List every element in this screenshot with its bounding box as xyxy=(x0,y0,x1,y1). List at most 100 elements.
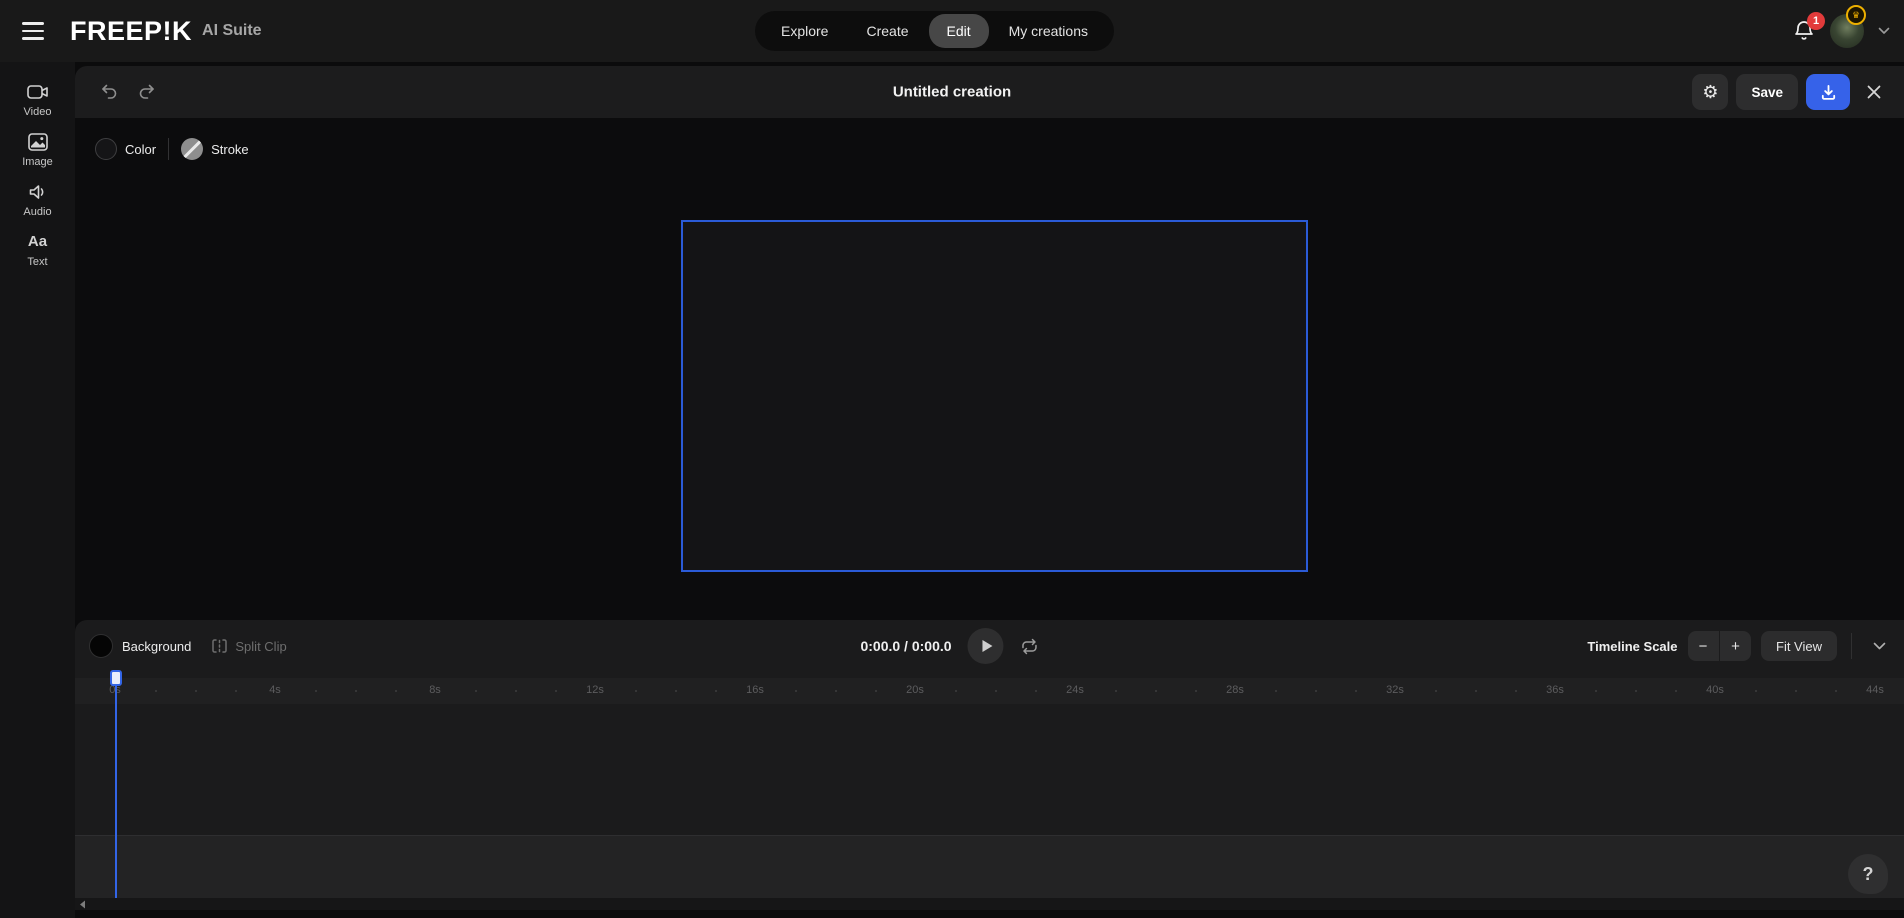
timeline-scrollbar[interactable] xyxy=(75,898,1904,910)
premium-crown-icon: ♛ xyxy=(1846,5,1866,25)
ruler-tick-dot xyxy=(555,690,557,692)
redo-button[interactable] xyxy=(137,82,157,102)
undo-icon xyxy=(99,82,119,102)
stroke-none-icon xyxy=(181,138,203,160)
split-clip-button[interactable]: Split Clip xyxy=(211,638,286,654)
ruler-tick-dot xyxy=(235,690,237,692)
zoom-in-button[interactable]: + xyxy=(1720,631,1751,661)
scroll-left-arrow-icon[interactable] xyxy=(79,900,86,909)
color-swatch xyxy=(95,138,117,160)
ai-suite-label: AI Suite xyxy=(202,22,262,40)
ruler-tick-dot xyxy=(715,690,717,692)
split-clip-icon xyxy=(211,638,228,654)
redo-icon xyxy=(137,82,157,102)
shape-properties-bar: Color Stroke xyxy=(95,138,249,160)
image-icon xyxy=(27,132,49,152)
save-button[interactable]: Save xyxy=(1736,74,1798,110)
sidebar-item-image[interactable]: Image xyxy=(0,132,75,168)
nav-explore[interactable]: Explore xyxy=(763,14,846,48)
background-color-swatch xyxy=(89,634,113,658)
nav-my-creations[interactable]: My creations xyxy=(991,14,1106,48)
main-nav: Explore Create Edit My creations xyxy=(755,11,1114,51)
sidebar-item-video[interactable]: Video xyxy=(0,82,75,118)
video-camera-icon xyxy=(26,82,50,102)
ruler-tick-label: 20s xyxy=(906,684,924,696)
loop-toggle[interactable] xyxy=(1020,638,1040,655)
asset-sidebar: Video Image Audio Aa Text xyxy=(0,62,75,918)
close-icon xyxy=(1866,84,1882,100)
timeline-zoom-controls: − + xyxy=(1688,631,1752,661)
editor-header-actions: ⚙ Save xyxy=(1692,74,1890,110)
undo-button[interactable] xyxy=(99,82,119,102)
ruler-tick-dot xyxy=(1475,690,1477,692)
ruler-tick-dot xyxy=(1755,690,1757,692)
settings-button[interactable]: ⚙ xyxy=(1692,74,1728,110)
divider xyxy=(1851,633,1852,659)
ruler-tick-label: 4s xyxy=(269,684,281,696)
nav-create[interactable]: Create xyxy=(848,14,926,48)
ruler-tick-label: 24s xyxy=(1066,684,1084,696)
ruler-tick-label: 32s xyxy=(1386,684,1404,696)
help-button[interactable]: ? xyxy=(1848,854,1888,894)
notifications-button[interactable]: 1 xyxy=(1792,19,1816,43)
ruler-tick-dot xyxy=(1515,690,1517,692)
ruler-tick-dot xyxy=(1635,690,1637,692)
ruler-tick-dot xyxy=(1195,690,1197,692)
ruler-tick-dot xyxy=(1035,690,1037,692)
selected-canvas-frame[interactable] xyxy=(681,220,1308,572)
ruler-tick-dot xyxy=(395,690,397,692)
gear-icon: ⚙ xyxy=(1702,82,1718,103)
fit-view-button[interactable]: Fit View xyxy=(1761,631,1837,661)
ruler-tick-dot xyxy=(475,690,477,692)
sidebar-item-label: Text xyxy=(27,256,47,268)
ruler-tick-dot xyxy=(1435,690,1437,692)
document-title[interactable]: Untitled creation xyxy=(893,84,1011,101)
topbar-right-group: 1 ♛ xyxy=(1792,0,1890,62)
account-chevron-down-icon[interactable] xyxy=(1878,27,1890,35)
stroke-control[interactable]: Stroke xyxy=(181,138,249,160)
ruler-tick-dot xyxy=(315,690,317,692)
ruler-tick-dot xyxy=(1595,690,1597,692)
canvas-area[interactable]: Color Stroke xyxy=(75,118,1904,620)
sidebar-item-label: Audio xyxy=(23,206,51,218)
split-clip-label: Split Clip xyxy=(235,639,286,654)
ruler-tick-dot xyxy=(515,690,517,692)
ruler-tick-dot xyxy=(1795,690,1797,692)
timeline-toolbar-left: Background Split Clip xyxy=(89,620,287,672)
stroke-label: Stroke xyxy=(211,142,249,157)
background-control[interactable]: Background xyxy=(89,634,191,658)
playhead-handle[interactable] xyxy=(110,670,122,686)
sidebar-item-audio[interactable]: Audio xyxy=(0,182,75,218)
background-label: Background xyxy=(122,639,191,654)
playback-controls: 0:00.0 / 0:00.0 xyxy=(860,620,1039,672)
ruler-tick-dot xyxy=(1115,690,1117,692)
timeline-toolbar: Background Split Clip 0:00.0 / 0:00.0 xyxy=(75,620,1904,672)
timeline-panel: Background Split Clip 0:00.0 / 0:00.0 xyxy=(75,620,1904,910)
sidebar-item-text[interactable]: Aa Text xyxy=(0,232,75,268)
sidebar-item-label: Image xyxy=(22,156,53,168)
freepik-logo: FREEP!K xyxy=(70,16,192,47)
ruler-tick-dot xyxy=(835,690,837,692)
timeline-ruler[interactable]: 0s4s8s12s16s20s24s28s32s36s40s44s xyxy=(75,678,1904,704)
nav-edit[interactable]: Edit xyxy=(929,14,989,48)
ruler-tick-label: 40s xyxy=(1706,684,1724,696)
ruler-tick-dot xyxy=(1315,690,1317,692)
close-editor-button[interactable] xyxy=(1858,74,1890,110)
play-button[interactable] xyxy=(968,628,1004,664)
download-button[interactable] xyxy=(1806,74,1850,110)
ruler-tick-dot xyxy=(1275,690,1277,692)
fill-color-control[interactable]: Color xyxy=(95,138,156,160)
ruler-tick-dot xyxy=(1355,690,1357,692)
timeline-track-lane[interactable] xyxy=(75,835,1904,898)
account-menu[interactable]: ♛ xyxy=(1830,14,1864,48)
notification-badge: 1 xyxy=(1807,12,1825,30)
ruler-tick-dot xyxy=(355,690,357,692)
ruler-tick-dot xyxy=(155,690,157,692)
speaker-icon xyxy=(27,182,49,202)
ruler-tick-label: 28s xyxy=(1226,684,1244,696)
download-icon xyxy=(1819,83,1838,102)
hamburger-menu-icon[interactable] xyxy=(22,22,44,40)
collapse-timeline-button[interactable] xyxy=(1866,631,1892,661)
zoom-out-button[interactable]: − xyxy=(1688,631,1719,661)
ruler-tick-dot xyxy=(955,690,957,692)
